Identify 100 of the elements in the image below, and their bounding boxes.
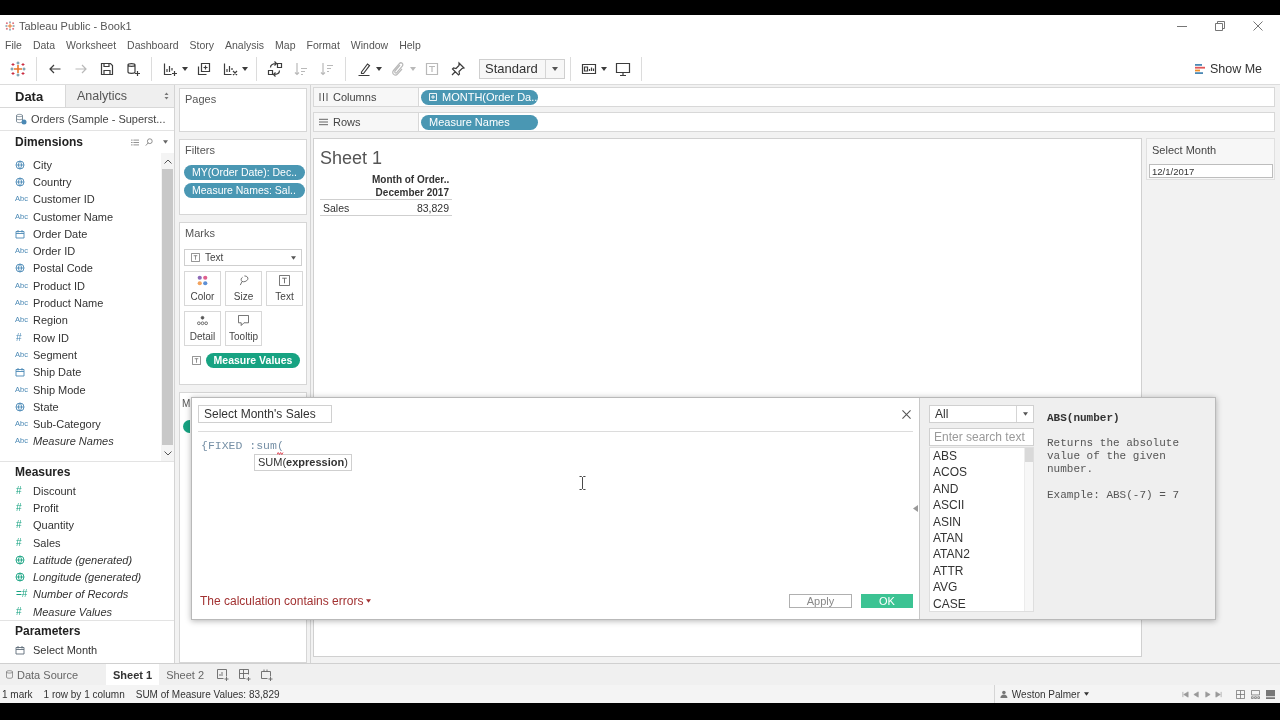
color-button[interactable]: Color xyxy=(184,271,221,306)
field-item[interactable]: Postal Code xyxy=(0,259,161,278)
tooltip-button[interactable]: Tooltip xyxy=(225,311,262,346)
caret-icon xyxy=(1084,692,1089,696)
scroll-down-icon[interactable] xyxy=(163,451,172,456)
function-item[interactable]: ATAN2 xyxy=(930,546,1024,563)
grid-view-icon[interactable] xyxy=(1236,689,1245,699)
tabs-view-icon[interactable] xyxy=(1266,689,1275,699)
menu-item[interactable]: Analysis xyxy=(225,38,265,51)
function-item[interactable]: ATTR xyxy=(930,562,1024,580)
field-item[interactable]: City xyxy=(0,156,161,174)
sheet-tab[interactable]: Sheet 1 xyxy=(106,664,160,685)
restore-icon[interactable] xyxy=(1215,20,1225,31)
new-story-icon[interactable] xyxy=(261,668,274,681)
menu-item[interactable]: File xyxy=(5,38,22,51)
scrollbar[interactable] xyxy=(1024,448,1033,611)
globe-icon xyxy=(15,159,25,170)
card-title: Filters xyxy=(185,144,215,157)
paperclip-icon xyxy=(390,60,406,77)
text-button[interactable]: Text xyxy=(266,271,303,306)
filmstrip-view-icon[interactable] xyxy=(1251,689,1260,699)
function-item[interactable]: AND xyxy=(930,480,1024,498)
parameter-input-field[interactable]: 12/1/2017 xyxy=(1149,164,1273,178)
error-message-link[interactable]: The calculation contains errors xyxy=(198,594,372,608)
caret-icon[interactable] xyxy=(163,140,168,144)
function-item[interactable]: ACOS xyxy=(930,464,1024,481)
data-source-name[interactable]: Orders (Sample - Superst... xyxy=(31,113,166,125)
field-item[interactable]: # Sales xyxy=(0,533,174,552)
field-item[interactable]: Select Month xyxy=(0,641,174,659)
size-button[interactable]: Size xyxy=(225,271,262,306)
category-dropdown[interactable]: All xyxy=(929,405,1034,423)
collapse-arrow-icon[interactable] xyxy=(913,505,918,512)
menu-item[interactable]: Window xyxy=(350,38,389,51)
scroll-thumb[interactable] xyxy=(162,169,173,445)
field-item[interactable]: # Profit xyxy=(0,499,174,517)
row-header: Sales xyxy=(323,201,350,214)
function-item[interactable]: ASCII xyxy=(930,497,1024,514)
caret-icon xyxy=(552,66,558,71)
list-view-icon[interactable] xyxy=(131,138,139,146)
field-item[interactable]: # Measure Values xyxy=(0,603,174,621)
function-item[interactable]: ABS xyxy=(930,448,1024,465)
close-icon[interactable] xyxy=(902,410,911,419)
section-heading: Measures xyxy=(15,465,71,479)
calendar-icon xyxy=(15,367,25,378)
detail-button[interactable]: Detail xyxy=(184,311,221,346)
function-item[interactable]: CASE xyxy=(930,595,1024,611)
new-dashboard-icon[interactable] xyxy=(239,668,252,681)
field-item[interactable]: Ship Date xyxy=(0,363,161,381)
data-source-tab[interactable]: Data Source xyxy=(0,664,100,685)
view-size-dropdown[interactable]: Standard xyxy=(479,58,565,79)
mark-type-dropdown[interactable]: Text xyxy=(184,249,302,266)
menu-item[interactable]: Story xyxy=(189,38,214,51)
show-me-button[interactable]: Show Me xyxy=(1194,57,1262,80)
menu-item[interactable]: Map xyxy=(275,38,296,51)
scroll-up-icon[interactable] xyxy=(163,159,172,164)
apply-button[interactable]: Apply xyxy=(789,594,852,608)
field-item[interactable]: =# Number of Records xyxy=(0,585,174,604)
field-item[interactable]: Country xyxy=(0,173,161,191)
close-icon[interactable] xyxy=(1253,20,1263,31)
calculation-name-field[interactable]: Select Month's Sales xyxy=(198,405,332,423)
text-box-icon[interactable] xyxy=(192,356,201,365)
caret-icon xyxy=(366,599,372,603)
field-item[interactable]: # Quantity xyxy=(0,516,174,534)
formula-editor-field[interactable]: {FIXED :sum( SUM(expression) xyxy=(198,432,913,589)
menu-item[interactable]: Help xyxy=(399,38,421,51)
menu-item[interactable]: Dashboard xyxy=(127,38,179,51)
next-page-icon[interactable] xyxy=(1204,690,1211,698)
search-icon[interactable] xyxy=(145,138,153,146)
pane-tab[interactable]: Data xyxy=(0,85,65,107)
pane-tab[interactable]: Analytics xyxy=(65,85,164,107)
last-page-icon[interactable] xyxy=(1215,690,1222,698)
color-dots-icon xyxy=(197,275,208,286)
database-icon xyxy=(15,113,27,125)
field-item[interactable]: Latitude (generated) xyxy=(0,551,174,569)
field-item[interactable]: # Row ID xyxy=(0,328,161,347)
field-item[interactable]: Longitude (generated) xyxy=(0,568,174,586)
pane-menu-icon[interactable] xyxy=(164,92,169,100)
menu-item[interactable]: Data xyxy=(32,38,56,51)
parameter-title: Select Month xyxy=(1152,144,1218,157)
new-worksheet-icon[interactable] xyxy=(217,668,230,681)
field-item[interactable]: # Discount xyxy=(0,482,174,500)
logo-icon xyxy=(5,20,15,31)
function-item[interactable]: ASIN xyxy=(930,513,1024,530)
scrollbar[interactable] xyxy=(161,153,174,461)
search-field[interactable]: Enter search text xyxy=(929,428,1034,446)
menu-item[interactable]: Format xyxy=(306,38,340,51)
sheet-tab[interactable]: Sheet 2 xyxy=(159,664,212,685)
first-page-icon[interactable] xyxy=(1182,690,1189,698)
field-item[interactable]: State xyxy=(0,398,161,416)
field-item[interactable]: Order Date xyxy=(0,225,161,243)
menu-item[interactable]: Worksheet xyxy=(66,38,117,51)
function-item[interactable]: ATAN xyxy=(930,529,1024,547)
card-title: Pages xyxy=(185,93,217,106)
monitor-icon xyxy=(615,60,631,77)
shelf-label: Rows xyxy=(333,116,361,128)
column-header: December 2017 xyxy=(374,186,450,199)
previous-page-icon[interactable] xyxy=(1193,690,1200,698)
autocomplete-tooltip[interactable]: SUM(expression) xyxy=(254,454,352,471)
function-item[interactable]: AVG xyxy=(930,579,1024,596)
rows-icon xyxy=(319,118,328,126)
